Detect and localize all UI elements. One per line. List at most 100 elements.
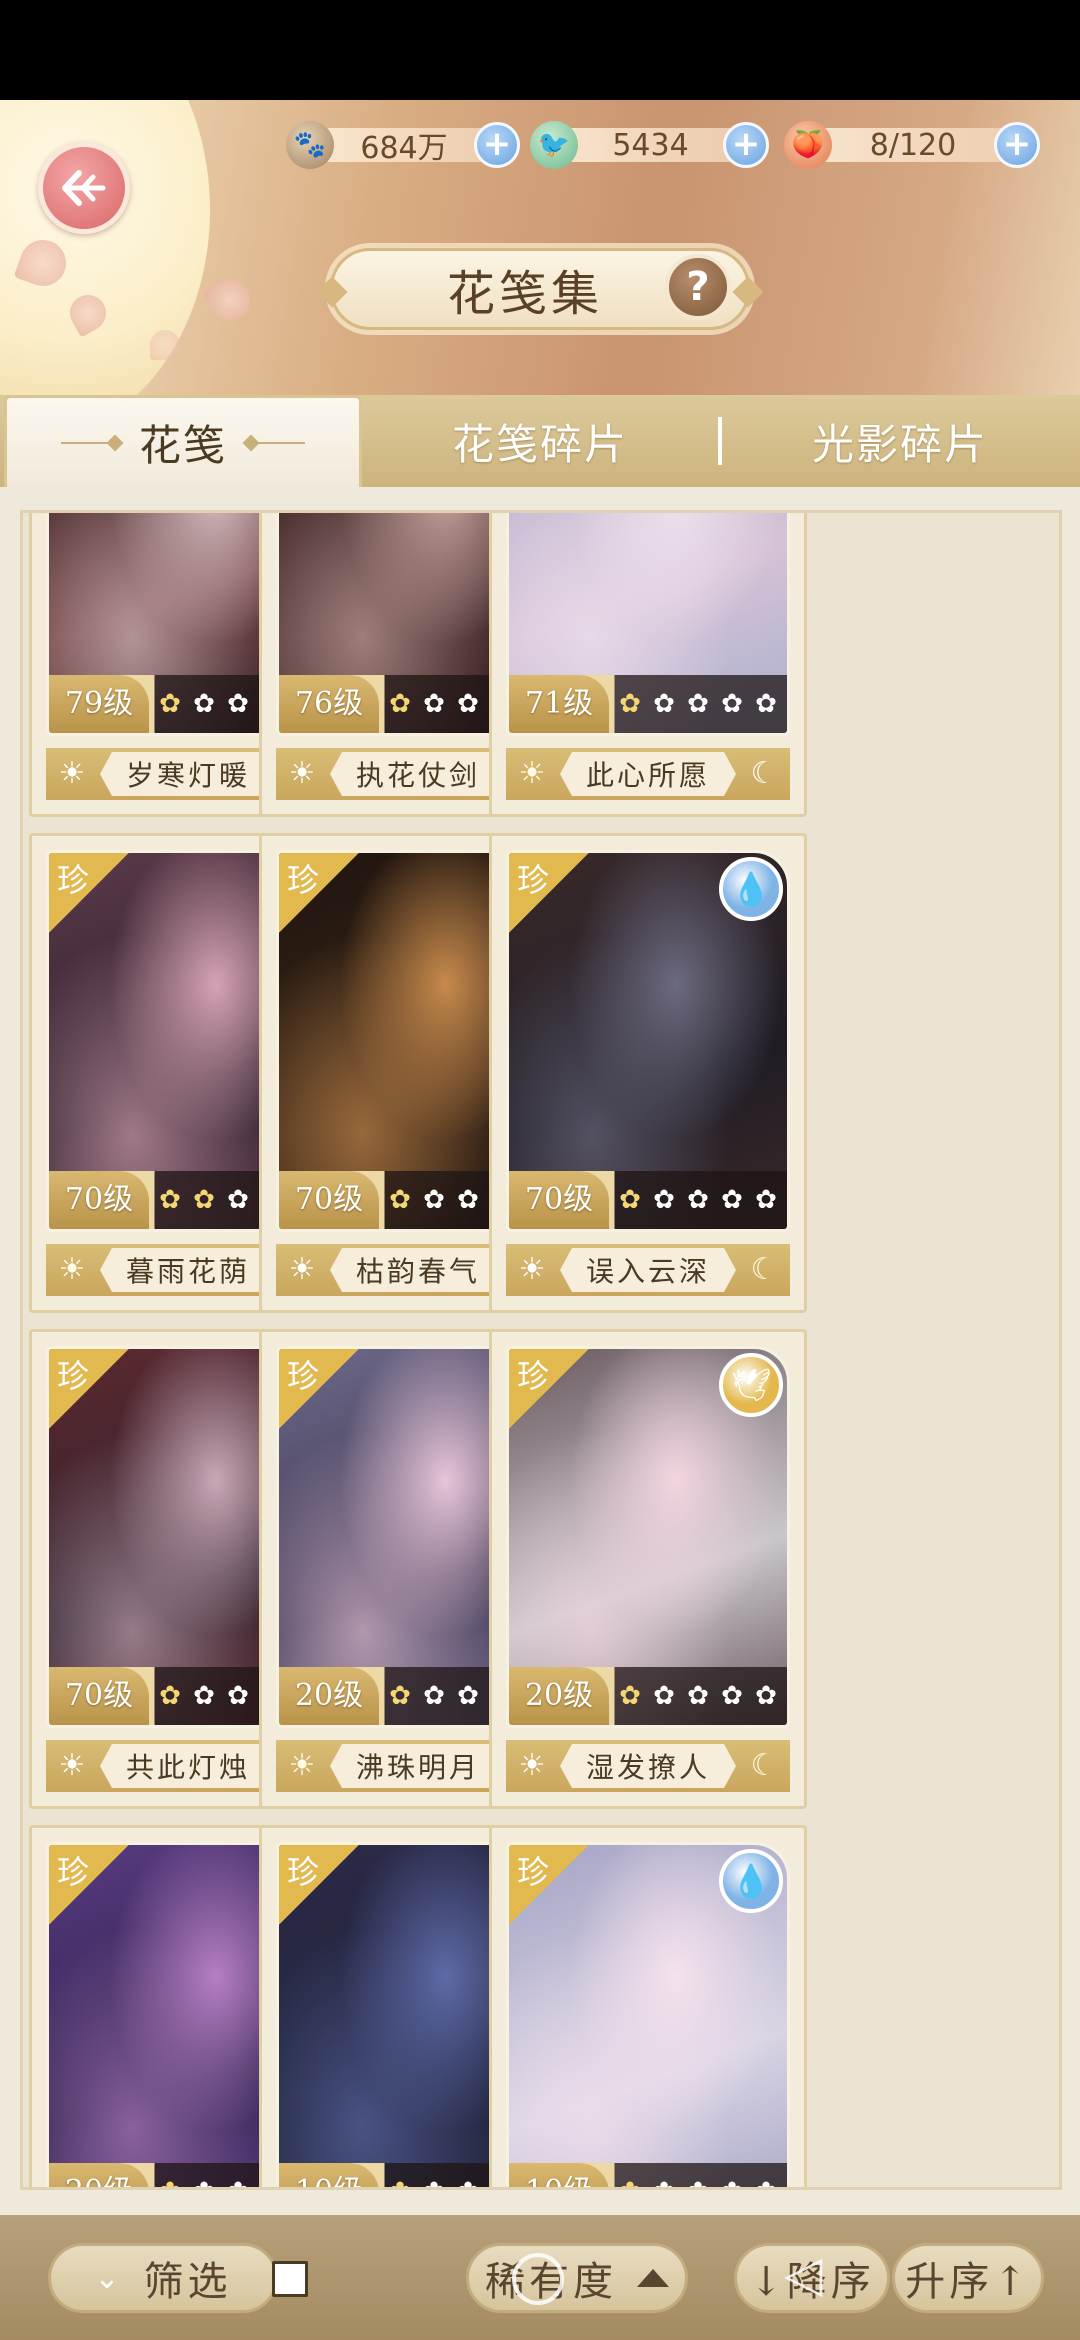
tab-bar: 花笺 花笺碎片 光影碎片 — [0, 395, 1080, 487]
stamina-amount: 8/120 — [869, 127, 957, 163]
sun-icon: ☀ — [518, 1748, 546, 1783]
rarity-label: 珍 — [287, 1357, 320, 1395]
sun-icon: ☀ — [518, 756, 546, 791]
add-coins-button[interactable]: + — [474, 122, 520, 168]
sort-rarity-button[interactable]: 稀有度 — [466, 2243, 688, 2313]
back-button[interactable] — [38, 142, 130, 234]
rarity-label: 珍 — [57, 1853, 90, 1891]
level-band: 70级 ✿ ✿ ✿ ✿ ✿ — [509, 1171, 787, 1229]
card-grid: 79级 ✿ ✿ ✿ ✿ ✿ ☀ 岁寒灯暖 ☾ 76级 ✿ ✿ ✿ ✿ ✿ ☀ 执花仗剑 ☾ 71级 ✿ ✿ ✿ ✿ ✿ ☀ 此心所… — [20, 510, 1062, 2190]
card-name: 枯韵春气 — [330, 1248, 506, 1292]
card-name-plate: ☀ 误入云深 ☾ — [506, 1244, 790, 1296]
rarity-badge: 珍 — [509, 1845, 589, 1925]
sun-icon: ☀ — [288, 1748, 316, 1783]
flower-star-icon: ✿ — [457, 1681, 479, 1711]
level-band: 10级 ✿ ✿ ✿ ✿ ✿ — [509, 2163, 787, 2187]
filter-button[interactable]: ⌄ 筛选 — [48, 2243, 278, 2313]
home-nav-icon[interactable] — [512, 2253, 564, 2305]
tab-light-fragments[interactable]: 光影碎片 — [730, 395, 1070, 487]
help-button[interactable]: ? — [665, 254, 731, 320]
level-band: 71级 ✿ ✿ ✿ ✿ ✿ — [509, 675, 787, 733]
asc-label: 升序↑ — [905, 2259, 1031, 2305]
tab-divider — [718, 417, 722, 465]
tab-cards[interactable]: 花笺 — [4, 395, 362, 487]
bottom-bar: ⌄ 筛选 稀有度 ↓降序 升序↑ ◁ — [0, 2215, 1080, 2340]
sun-icon: ☀ — [288, 756, 316, 791]
flower-star-icon: ✿ — [721, 1185, 743, 1215]
flower-star-icon: ✿ — [619, 689, 641, 719]
card-portrait: 珍 💧 10级 ✿ ✿ ✿ ✿ ✿ — [506, 1842, 790, 2187]
tab-card-fragments[interactable]: 花笺碎片 — [370, 395, 710, 487]
star-rating: ✿ ✿ ✿ ✿ ✿ — [615, 1185, 781, 1215]
card-item[interactable]: 珍 💧 10级 ✿ ✿ ✿ ✿ ✿ — [489, 1825, 807, 2187]
petal-decoration — [202, 272, 258, 328]
flower-star-icon: ✿ — [653, 689, 675, 719]
rarity-label: 珍 — [517, 1357, 550, 1395]
flower-star-icon: ✿ — [159, 1681, 181, 1711]
jade-bird-icon: 🐦 — [530, 121, 578, 169]
flower-star-icon: ✿ — [755, 1681, 777, 1711]
card-level: 70级 — [509, 1171, 609, 1229]
flower-star-icon: ✿ — [159, 1185, 181, 1215]
tab-label: 花笺碎片 — [451, 419, 628, 469]
rarity-badge: 珍 — [279, 1845, 359, 1925]
card-name: 此心所愿 — [560, 752, 736, 796]
star-rating: ✿ ✿ ✿ ✿ ✿ — [615, 1681, 781, 1711]
currency-coins: 🐾 684万 + — [286, 121, 526, 169]
sun-icon: ☀ — [58, 1252, 86, 1287]
flower-star-icon: ✿ — [227, 689, 249, 719]
flower-star-icon: ✿ — [457, 1185, 479, 1215]
card-level: 20级 — [49, 2163, 149, 2187]
filter-checkbox[interactable] — [272, 2261, 308, 2297]
filter-label: 筛选 — [143, 2259, 232, 2305]
flower-star-icon: ✿ — [687, 1185, 709, 1215]
water-element-icon: 💧 — [719, 857, 783, 921]
card-name-plate: ☀ 湿发撩人 ☾ — [506, 1740, 790, 1792]
add-stamina-button[interactable]: + — [994, 122, 1040, 168]
card-name-plate: ☀ 此心所愿 ☾ — [506, 748, 790, 800]
rarity-badge: 珍 — [509, 1349, 589, 1429]
flower-star-icon: ✿ — [683, 2177, 713, 2187]
card-level: 20级 — [509, 1667, 609, 1725]
rarity-label: 珍 — [287, 1853, 320, 1891]
flower-star-icon: ✿ — [751, 2177, 781, 2187]
sun-icon: ☀ — [518, 1252, 546, 1287]
flower-star-icon: ✿ — [223, 2177, 253, 2187]
card-level: 10级 — [279, 2163, 379, 2187]
sort-asc-button[interactable]: 升序↑ — [892, 2243, 1044, 2313]
card-name: 岁寒灯暖 — [100, 752, 276, 796]
back-nav-icon[interactable]: ◁ — [784, 2245, 822, 2303]
tab-ornament — [245, 441, 305, 444]
currency-jade: 🐦 5434 + — [530, 121, 775, 169]
back-arrow-icon — [62, 170, 106, 206]
rarity-badge: 珍 — [49, 853, 129, 933]
card-item[interactable]: 71级 ✿ ✿ ✿ ✿ ✿ ☀ 此心所愿 ☾ — [489, 513, 807, 817]
rarity-label: 珍 — [287, 861, 320, 899]
flower-star-icon: ✿ — [453, 2177, 483, 2187]
rarity-label: 珍 — [57, 861, 90, 899]
card-level: 70级 — [49, 1667, 149, 1725]
flower-star-icon: ✿ — [193, 689, 215, 719]
flower-star-icon: ✿ — [389, 1681, 411, 1711]
card-name: 暮雨花荫 — [100, 1248, 276, 1292]
moon-icon: ☾ — [750, 1252, 778, 1287]
flower-star-icon: ✿ — [423, 1681, 445, 1711]
flower-star-icon: ✿ — [155, 2177, 185, 2187]
water-element-icon: 💧 — [719, 1849, 783, 1913]
paw-coin-icon: 🐾 — [286, 121, 334, 169]
flower-star-icon: ✿ — [159, 689, 181, 719]
bird-element-icon: 🕊 — [719, 1353, 783, 1417]
moon-icon: ☾ — [750, 756, 778, 791]
card-portrait: 71级 ✿ ✿ ✿ ✿ ✿ — [506, 513, 790, 736]
star-rating: ✿ ✿ ✿ ✿ ✿ — [615, 689, 781, 719]
flower-star-icon: ✿ — [193, 1185, 215, 1215]
sun-icon: ☀ — [288, 1252, 316, 1287]
flower-star-icon: ✿ — [717, 2177, 747, 2187]
card-item[interactable]: 珍 🕊 20级 ✿ ✿ ✿ ✿ ✿ ☀ 湿发撩人 ☾ — [489, 1329, 807, 1809]
card-level: 76级 — [279, 675, 379, 733]
card-name: 共此灯烛 — [100, 1744, 276, 1788]
flower-star-icon: ✿ — [189, 2177, 219, 2187]
add-jade-button[interactable]: + — [723, 122, 769, 168]
flower-star-icon: ✿ — [649, 2177, 679, 2187]
card-item[interactable]: 珍 💧 70级 ✿ ✿ ✿ ✿ ✿ ☀ 误入云深 ☾ — [489, 833, 807, 1313]
